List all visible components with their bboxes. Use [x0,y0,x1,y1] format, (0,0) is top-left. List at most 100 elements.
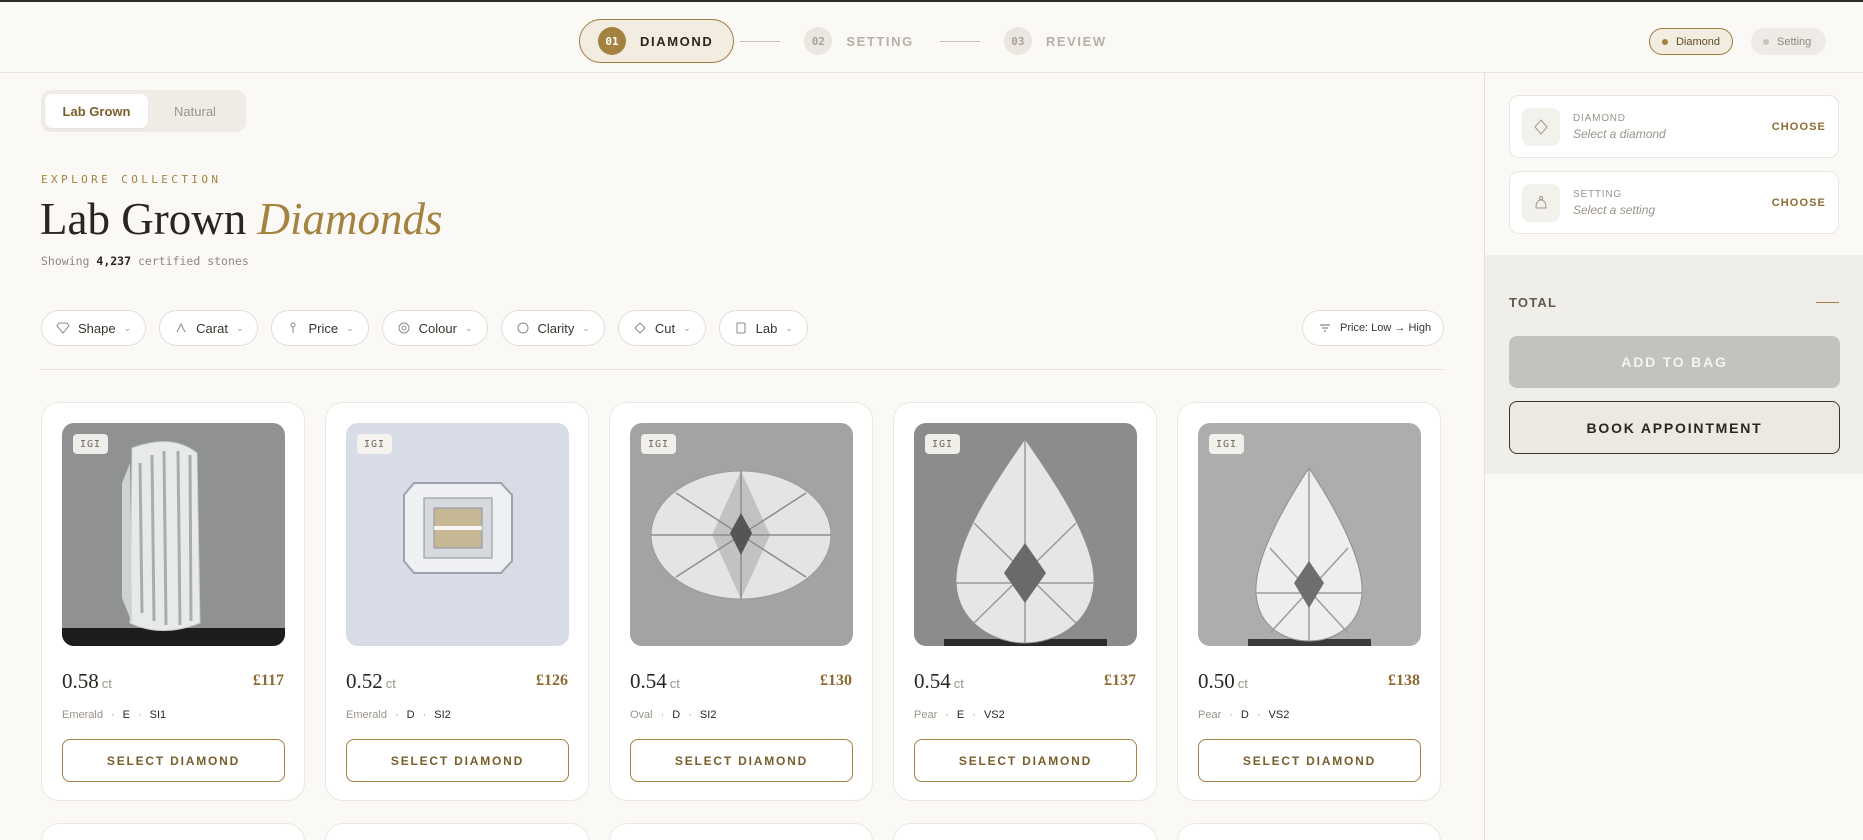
chevron-down-icon: ⌄ [683,322,691,333]
certificate-icon [736,322,746,334]
select-diamond-button[interactable]: SELECT DIAMOND [346,739,569,782]
lab-badge: IGI [357,434,393,454]
step-diamond[interactable]: 01 DIAMOND [579,19,735,63]
carat-weight: 0.54 ct [630,669,680,694]
diamond-card-partial[interactable] [609,823,873,840]
filter-label: Shape [78,320,116,336]
shape-value: Pear [914,709,938,721]
shape-value: Pear [1198,709,1222,721]
lab-badge: IGI [1209,434,1245,454]
total-label: TOTAL [1509,295,1558,310]
carat-unit: ct [669,676,680,691]
carat-weight: 0.58 ct [62,669,112,694]
colour-circle-icon [398,322,410,334]
filter-label: Clarity [537,320,575,336]
results-prefix: Showing [41,254,90,268]
emerald-diamond-photo [62,423,285,646]
progress-pill-setting[interactable]: Setting [1751,28,1826,55]
sort-dropdown[interactable]: Price: Low → High [1302,310,1444,346]
select-diamond-button[interactable]: SELECT DIAMOND [914,739,1137,782]
diamond-image[interactable]: IGI [62,423,285,646]
separator-dot: · [110,709,115,721]
carat-value: 0.54 [914,669,951,693]
carat-weight: 0.50 ct [1198,669,1248,694]
shape-value: Emerald [346,709,387,721]
filter-lab[interactable]: Lab ⌄ [718,310,808,346]
specs-row: Pear · D · VS2 [1198,709,1289,721]
filter-cut[interactable]: Cut ⌄ [617,310,706,346]
sort-label: Price: Low → High [1340,322,1432,334]
separator-dot: · [1256,709,1261,721]
diamond-card[interactable]: IGI 0.58 ct £117 Emerald · E · SI1 SELECT D… [41,402,305,801]
select-diamond-button[interactable]: SELECT DIAMOND [1198,739,1421,782]
progress-pill-diamond[interactable]: Diamond [1649,28,1733,55]
diamond-card[interactable]: IGI 0.50 ct £138 Pear · D · VS2 SELECT DIAM… [1177,402,1441,801]
results-count: Showing 4,237 certified stones [41,254,249,268]
book-appointment-button[interactable]: BOOK APPOINTMENT [1509,401,1840,454]
diamond-card-partial[interactable] [1177,823,1441,840]
chevron-down-icon: ⌄ [235,322,244,333]
shape-value: Oval [630,709,653,721]
diamond-slot[interactable]: DIAMOND Select a diamond CHOOSE [1509,95,1839,158]
filter-clarity[interactable]: Clarity ⌄ [500,310,605,346]
lab-badge: IGI [641,434,677,454]
diamond-card[interactable]: IGI 0.54 ct £137 Pear · E · VS2 SELECT DIAM… [893,402,1157,801]
diamond-card[interactable]: IGI 0.52 ct £126 Emerald · D · SI2 SELECT D… [325,402,589,801]
chevron-down-icon: ⌄ [464,322,473,333]
carat-value: 0.54 [630,669,667,693]
separator-dot: · [688,709,692,721]
slot-value: Select a setting [1573,203,1656,217]
separator-dot: · [137,709,142,721]
separator-dot: · [422,709,427,721]
diamond-card-partial[interactable] [893,823,1157,840]
chevron-down-icon: ⌄ [785,322,793,333]
choose-setting-link[interactable]: CHOOSE [1772,197,1826,209]
filter-colour[interactable]: Colour ⌄ [381,310,488,346]
diamond-card-partial[interactable] [325,823,589,840]
step-review[interactable]: 03 REVIEW [986,19,1127,63]
diamond-image[interactable]: IGI [346,423,569,646]
results-suffix: certified stones [137,254,249,268]
choose-diamond-link[interactable]: CHOOSE [1772,121,1826,133]
natural-tab[interactable]: Natural [148,94,242,128]
select-diamond-button[interactable]: SELECT DIAMOND [630,739,853,782]
slot-label: SETTING [1573,189,1622,200]
price: £126 [536,672,568,689]
carat-unit: ct [953,676,964,691]
diamond-card-partial[interactable] [41,823,305,840]
step-setting[interactable]: 02 SETTING [786,19,934,63]
specs-row: Emerald · D · SI2 [346,709,451,721]
pear-diamond-photo [914,423,1137,646]
clarity-value: SI2 [699,709,717,721]
price: £130 [820,672,852,689]
title-plain: Lab Grown [40,194,247,244]
filter-shape[interactable]: Shape ⌄ [41,310,147,346]
carat-value: 0.58 [62,669,99,693]
filter-price[interactable]: Price ⌄ [271,310,369,346]
carat-weight: 0.54 ct [914,669,964,694]
specs-row: Pear · E · VS2 [914,709,1005,721]
section-eyebrow: EXPLORE COLLECTION [41,173,222,186]
step-label: REVIEW [1045,33,1107,49]
step-indicator: 01 DIAMOND 02 SETTING 03 REVIEW [579,19,1127,63]
filter-label: Lab [755,320,778,336]
diamond-image[interactable]: IGI [1198,423,1421,646]
step-label: SETTING [846,33,914,49]
colour-value: D [1240,709,1249,721]
colour-value: D [406,709,415,721]
carat-weight: 0.52 ct [346,669,396,694]
clarity-value: VS2 [983,709,1005,721]
diamond-type-toggle: Lab Grown Natural [41,90,246,132]
diamond-card[interactable]: IGI 0.54 ct £130 Oval · D · SI2 SELECT DIAM… [609,402,873,801]
add-to-bag-button[interactable]: ADD TO BAG [1509,336,1840,388]
lab-grown-tab[interactable]: Lab Grown [45,94,148,128]
ring-setting-icon [1522,184,1560,222]
specs-row: Emerald · E · SI1 [62,709,166,721]
diamond-image[interactable]: IGI [630,423,853,646]
filter-carat[interactable]: Carat ⌄ [159,310,259,346]
separator-dot: · [1229,709,1233,721]
setting-slot[interactable]: SETTING Select a setting CHOOSE [1509,171,1839,234]
select-diamond-button[interactable]: SELECT DIAMOND [62,739,285,782]
diamond-image[interactable]: IGI [914,423,1137,646]
carat-value: 0.50 [1198,669,1235,693]
